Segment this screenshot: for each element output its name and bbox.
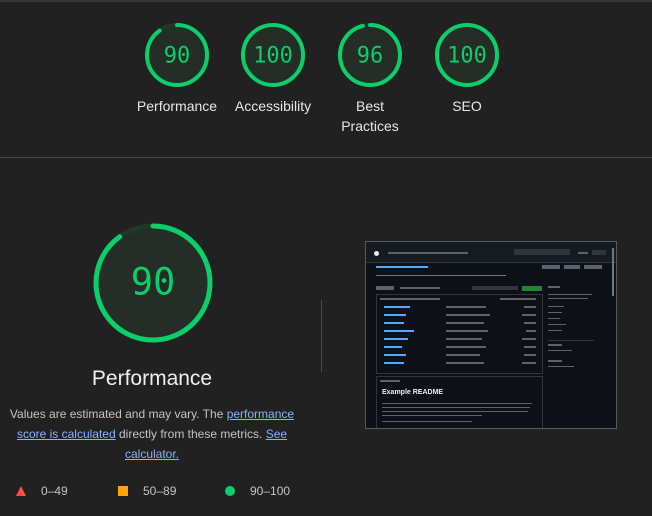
gauge-seo[interactable]: 100 SEO — [417, 22, 517, 116]
desc-text: Values are estimated and may vary. The — [9, 407, 227, 421]
legend-range: 50–89 — [143, 484, 177, 498]
gauge-ring-icon: 100 — [435, 23, 499, 87]
desc-text: directly from these metrics. — [115, 427, 266, 441]
gauge-performance[interactable]: 90 Performance — [127, 22, 227, 116]
red-triangle-icon — [16, 486, 26, 496]
gauge-ring-icon: 90 — [93, 223, 213, 343]
performance-score: 90 — [131, 261, 176, 304]
gauge-ring-icon: 90 — [145, 23, 209, 87]
gauge-label: SEO — [452, 98, 482, 114]
green-circle-icon — [225, 486, 235, 496]
gauge-label: Performance — [136, 98, 218, 114]
performance-gauge-large: 90 — [92, 222, 214, 344]
gauge-label: Best Practices — [341, 98, 399, 134]
gauge-best-practices[interactable]: 96 Best Practices — [320, 22, 420, 136]
gauge-score: 100 — [253, 44, 293, 69]
vertical-divider — [321, 300, 322, 372]
gauge-accessibility[interactable]: 100 Accessibility — [223, 22, 323, 116]
scrollbar[interactable] — [612, 248, 614, 296]
top-border — [0, 0, 652, 2]
legend-range: 0–49 — [41, 484, 68, 498]
final-screenshot[interactable]: Example README — [365, 241, 617, 429]
gauge-ring-icon: 100 — [241, 23, 305, 87]
legend-range: 90–100 — [250, 484, 291, 498]
performance-title: Performance — [91, 367, 213, 390]
score-description: Values are estimated and may vary. The p… — [6, 404, 298, 464]
gauge-score: 96 — [357, 44, 384, 69]
section-divider — [0, 157, 652, 158]
orange-square-icon — [118, 486, 128, 496]
gauge-score: 90 — [164, 44, 191, 69]
gauge-label: Accessibility — [234, 98, 312, 114]
gauge-ring-icon: 96 — [338, 23, 402, 87]
gauge-score: 100 — [447, 44, 487, 69]
screenshot-header — [366, 242, 616, 263]
readme-title: Example README — [382, 389, 444, 396]
